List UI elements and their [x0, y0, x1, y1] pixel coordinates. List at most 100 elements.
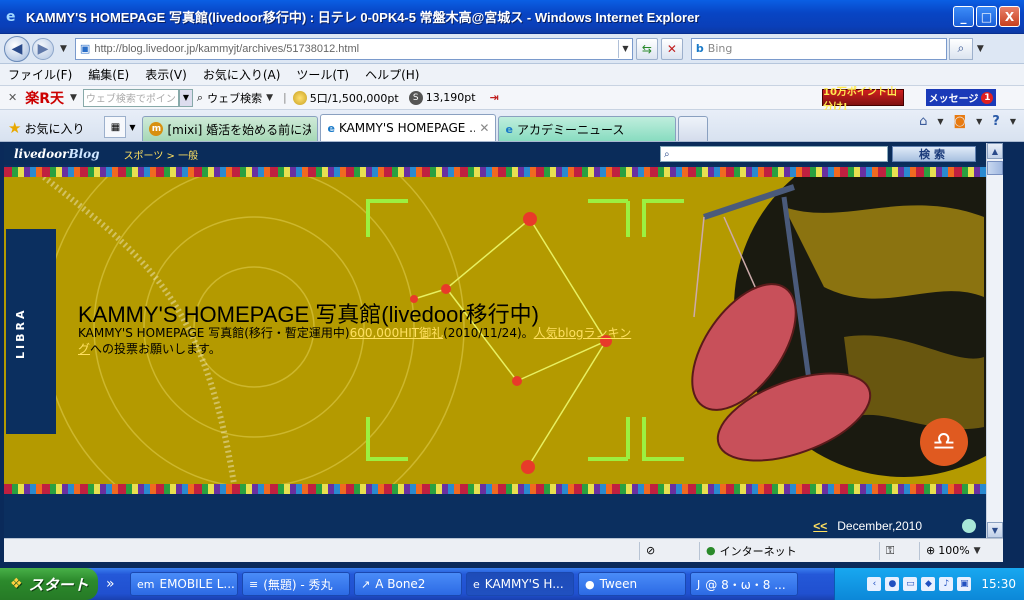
toolbar-close-icon[interactable]: ✕: [8, 91, 17, 104]
close-button[interactable]: X: [999, 6, 1020, 27]
menu-favorites[interactable]: お気に入り(A): [203, 66, 281, 83]
home-icon[interactable]: ⌂: [919, 114, 927, 129]
taskbar-tween[interactable]: ● Tween: [578, 572, 686, 596]
web-search-dropdown-icon[interactable]: ▼: [266, 93, 273, 103]
address-dropdown-icon[interactable]: ▼: [617, 39, 632, 58]
start-button[interactable]: ❖ スタート: [0, 568, 98, 600]
jane-icon: J: [697, 577, 701, 591]
home-dropdown-icon[interactable]: ▼: [937, 117, 943, 126]
tray-show-hidden-icon[interactable]: ‹: [867, 577, 882, 591]
blog-search-button[interactable]: 検索: [892, 146, 976, 162]
zoom-control[interactable]: ⊕ 100% ▼: [919, 541, 1003, 560]
new-tab-button[interactable]: [678, 116, 709, 141]
menu-view[interactable]: 表示(V): [145, 66, 187, 83]
popup-blocker-icon[interactable]: ⊘: [639, 541, 699, 560]
rakuten-points[interactable]: 5口/1,500,000pt: [310, 90, 399, 106]
taskbar-label: @ 8・ω・8 ...: [705, 577, 786, 592]
protected-mode-icon[interactable]: ⚿: [879, 541, 919, 560]
tab-list-dropdown-icon[interactable]: ▼: [126, 116, 138, 138]
desc-suffix: への投票お願いします。: [90, 342, 221, 356]
refresh-button[interactable]: ⇆: [635, 37, 658, 60]
tab-mixi[interactable]: m [mixi] 婚活を始める前に決め...: [142, 116, 319, 141]
minimize-button[interactable]: _: [953, 6, 974, 27]
rakuten-campaign-banner[interactable]: 10万ポイント山分け!: [822, 87, 904, 113]
search-icon: ⌕: [664, 148, 670, 160]
taskbar-jane[interactable]: J @ 8・ω・8 ...: [690, 572, 798, 596]
tab-close-icon[interactable]: ✕: [479, 121, 489, 135]
blog-banner: ♎ LIBRA KAMMY'S HOMEPAGE 写真館(livedoor移行中…: [4, 177, 986, 484]
maximize-button[interactable]: □: [976, 6, 997, 27]
rakuten-menu-dropdown-icon[interactable]: ▼: [70, 93, 77, 103]
magnifier-icon: ⌕: [196, 90, 204, 104]
feed-dropdown-icon[interactable]: ▼: [976, 117, 982, 126]
ie-page-icon: e: [327, 121, 335, 135]
help-icon[interactable]: ?: [992, 114, 1000, 129]
forward-button[interactable]: ▶: [32, 37, 54, 60]
quick-tabs-button[interactable]: ▦: [104, 116, 127, 138]
rakuten-search-dropdown-icon[interactable]: ▼: [178, 88, 193, 107]
window-title: KAMMY'S HOMEPAGE 写真館(livedoor移行中) : 日テレ …: [26, 10, 700, 25]
search-input[interactable]: b Bing: [690, 37, 947, 60]
tray-display-icon[interactable]: ▣: [957, 577, 972, 591]
stop-button[interactable]: ✕: [660, 37, 683, 60]
prev-month-link[interactable]: <<: [813, 519, 827, 533]
search-options-dropdown-icon[interactable]: ▼: [977, 44, 984, 54]
ie-icon: e: [473, 577, 480, 591]
tray-app-icon[interactable]: ●: [885, 577, 900, 591]
forward-arrow-icon: ▶: [37, 40, 49, 57]
taskbar-ie[interactable]: e KAMMY'S H...: [466, 572, 574, 596]
rakuten-logo[interactable]: 楽R天: [25, 88, 64, 108]
scroll-down-icon[interactable]: ▼: [987, 522, 1003, 538]
hit-thanks-link[interactable]: 600,000HIT御礼: [350, 326, 444, 340]
address-bar[interactable]: ▣ http://blog.livedoor.jp/kammyjt/archiv…: [74, 37, 633, 60]
help-dropdown-icon[interactable]: ▼: [1010, 117, 1016, 126]
favorites-label: お気に入り: [24, 121, 85, 136]
livedoor-blog-logo[interactable]: livedoorBlog: [14, 147, 100, 161]
tab-academy-news[interactable]: e アカデミーニュース: [498, 116, 677, 141]
tab-label: アカデミーニュース: [516, 122, 625, 137]
abone-icon: ↗: [361, 577, 371, 591]
history-dropdown-icon[interactable]: ▼: [60, 44, 67, 54]
menu-tools[interactable]: ツール(T): [296, 66, 349, 83]
favorites-button[interactable]: ★ お気に入り: [8, 115, 84, 141]
super-points-icon: S: [408, 90, 423, 105]
stop-icon: ✕: [666, 41, 677, 56]
blog-category-link[interactable]: スポーツ > 一般: [124, 147, 199, 162]
next-month-dot[interactable]: [962, 519, 976, 533]
back-button[interactable]: ◀: [4, 35, 30, 62]
address-toolbar: ◀ ▶ ▼ ▣ http://blog.livedoor.jp/kammyjt/…: [0, 34, 1024, 64]
star-icon: ★: [8, 119, 22, 137]
quicklaunch-icon[interactable]: »: [106, 576, 126, 592]
menu-edit[interactable]: 編集(E): [88, 66, 129, 83]
security-zone[interactable]: ● インターネット: [699, 541, 879, 560]
scroll-thumb[interactable]: [987, 161, 1003, 175]
taskbar-abone[interactable]: ↗ A Bone2: [354, 572, 462, 596]
zone-label: インターネット: [719, 544, 797, 558]
scroll-up-icon[interactable]: ▲: [987, 143, 1003, 159]
zoom-dropdown-icon[interactable]: ▼: [974, 546, 981, 556]
tray-security-icon[interactable]: ◆: [921, 577, 936, 591]
blog-search-input[interactable]: ⌕: [660, 146, 888, 162]
search-button[interactable]: ⌕: [948, 37, 973, 60]
tray-network-icon[interactable]: ▭: [903, 577, 918, 591]
rakuten-message-button[interactable]: メッセージ 1: [926, 89, 996, 106]
rakuten-super-points[interactable]: 13,190pt: [426, 91, 476, 104]
tab-kammy-homepage[interactable]: e KAMMY'S HOMEPAGE ... ✕: [320, 114, 497, 141]
taskbar-hidemaru[interactable]: ≡ (無題) - 秀丸: [242, 572, 350, 596]
vertical-scrollbar[interactable]: ▲ ▼: [986, 143, 1003, 538]
zoom-level: 100%: [938, 544, 970, 557]
rss-feed-icon[interactable]: ◙: [954, 114, 967, 129]
tab-bar: ★ お気に入り ▦ ▼ m [mixi] 婚活を始める前に決め... e KAM…: [0, 110, 1024, 142]
url-text[interactable]: http://blog.livedoor.jp/kammyjt/archives…: [94, 43, 618, 55]
exit-icon[interactable]: ⇥: [490, 91, 499, 104]
taskbar-clock[interactable]: 15:30: [981, 577, 1016, 591]
menu-help[interactable]: ヘルプ(H): [365, 66, 419, 83]
rakuten-web-search-button[interactable]: ウェブ検索: [207, 90, 262, 106]
tray-volume-icon[interactable]: ♪: [939, 577, 954, 591]
rakuten-search-input[interactable]: ウェブ検索でポイン: [82, 88, 179, 107]
libra-side-tab[interactable]: LIBRA: [6, 229, 56, 434]
taskbar-emobile[interactable]: em EMOBILE L...: [130, 572, 238, 596]
window-titlebar[interactable]: e KAMMY'S HOMEPAGE 写真館(livedoor移行中) : 日テ…: [0, 0, 1024, 34]
menu-file[interactable]: ファイル(F): [8, 66, 72, 83]
rakuten-toolbar: ✕ 楽R天 ▼ ウェブ検索でポイン ▼ ⌕ ウェブ検索 ▼ | 5口/1,500…: [0, 86, 1024, 113]
